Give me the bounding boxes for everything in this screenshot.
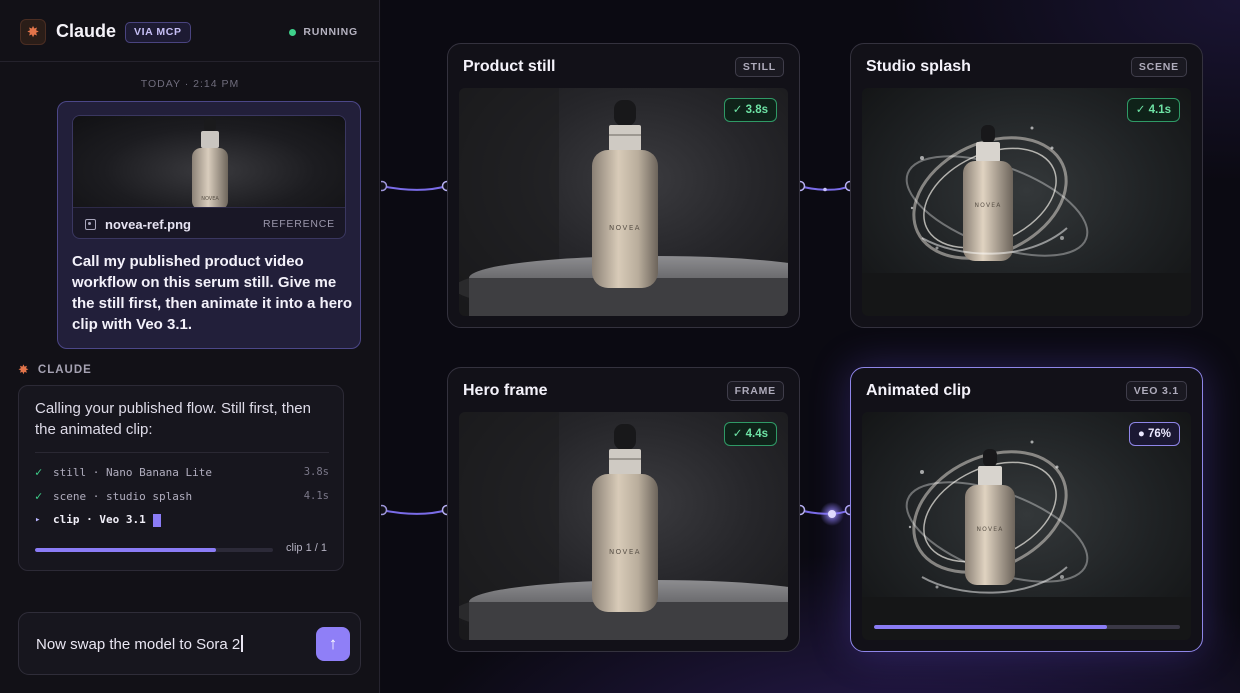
send-button[interactable]: ↑	[316, 627, 350, 661]
via-mcp-badge: VIA MCP	[125, 22, 191, 43]
assistant-name: CLAUDE	[37, 364, 92, 376]
edge-in-top	[381, 185, 448, 191]
assistant-label: ✸ CLAUDE	[18, 362, 92, 378]
node-title: Studio splash	[866, 58, 971, 75]
node-animated-clip[interactable]: Animated clip VEO 3.1 NOVEA ● 76%	[850, 367, 1203, 652]
node-type-tag: STILL	[734, 57, 784, 77]
chat-sidebar: ✸ Claude VIA MCP RUNNING TODAY · 2:14 PM	[0, 0, 380, 693]
node-preview-image: NOVEA ✓ 4.4s	[459, 412, 788, 640]
reference-tag: REFERENCE	[263, 218, 335, 230]
message-timestamp: TODAY · 2:14 PM	[140, 78, 240, 90]
clip-counter: clip 1 / 1	[286, 542, 327, 554]
check-icon: ✓	[35, 465, 43, 479]
check-icon: ✓	[35, 489, 43, 503]
node-type-tag: SCENE	[1130, 57, 1187, 77]
message-composer[interactable]: Now swap the model to Sora 2 ↑	[18, 612, 361, 675]
step-label: clip · Veo 3.1	[53, 513, 161, 527]
reply-progress-bar	[35, 548, 273, 552]
reference-attachment[interactable]: NOVEA novea-ref.png REFERENCE	[72, 115, 346, 239]
port-icon[interactable]	[381, 180, 388, 192]
sidebar-header: ✸ Claude VIA MCP RUNNING	[0, 0, 380, 62]
node-hero-frame[interactable]: Hero frame FRAME NOVEA ✓ 4.4s	[447, 367, 800, 652]
node-product-still[interactable]: Product still STILL NOVEA ✓ 3.8s	[447, 43, 800, 328]
step-time: 4.1s	[303, 490, 329, 502]
user-message: NOVEA novea-ref.png REFERENCE Call my pu…	[57, 101, 361, 349]
play-caret-icon: ▸	[35, 515, 41, 525]
step-row-clip: ▸ clip · Veo 3.1	[35, 511, 329, 529]
duration-badge: ✓ 4.1s	[1126, 98, 1180, 122]
user-message-text: Call my published product video workflow…	[72, 253, 353, 333]
pedestal-bottle-image: NOVEA	[459, 88, 788, 316]
arrow-up-icon: ↑	[328, 634, 338, 653]
clip-progress-fill	[874, 625, 1107, 629]
bottle-label: NOVEA	[976, 526, 1003, 533]
node-title: Animated clip	[866, 382, 971, 399]
claude-logo-icon: ✸	[20, 19, 46, 45]
node-studio-splash[interactable]: Studio splash SCENE NOVEA ✓ 4.1s	[850, 43, 1203, 328]
node-type-tag: VEO 3.1	[1125, 381, 1187, 401]
port-icon[interactable]	[381, 504, 388, 516]
splash-bottle-image: NOVEA	[862, 125, 1191, 316]
duration-badge: ✓ 4.4s	[723, 422, 777, 446]
node-preview-image: NOVEA ● 76%	[862, 412, 1191, 640]
reply-progress-fill	[35, 548, 216, 552]
clip-progress-bar	[874, 625, 1180, 629]
bottle-label: NOVEA	[201, 196, 219, 202]
node-title: Product still	[463, 58, 556, 75]
node-preview-image: NOVEA ✓ 3.8s	[459, 88, 788, 316]
claude-star-icon: ✸	[18, 362, 30, 377]
step-row-still: ✓ still · Nano Banana Lite 3.8s	[35, 463, 329, 481]
edge-in-bottom	[381, 509, 448, 515]
status-indicator: RUNNING	[289, 26, 358, 38]
progress-badge: ● 76%	[1128, 422, 1180, 446]
workflow-canvas: Product still STILL NOVEA ✓ 3.8s Studio …	[381, 0, 1240, 693]
app-title: Claude	[56, 21, 117, 41]
edge-dot	[823, 187, 827, 192]
divider	[35, 452, 329, 453]
assistant-reply-text: Calling your published flow. Still first…	[35, 400, 311, 438]
serum-bottle-image: NOVEA	[192, 118, 228, 207]
step-label-text: clip · Veo 3.1	[53, 513, 146, 527]
step-row-scene: ✓ scene · studio splash 4.1s	[35, 487, 329, 505]
status-dot-icon	[289, 28, 297, 36]
typing-cursor	[152, 513, 161, 527]
bottle-label: NOVEA	[974, 202, 1001, 209]
reference-thumbnail: NOVEA	[73, 116, 345, 207]
node-preview-image: NOVEA ✓ 4.1s	[862, 88, 1191, 316]
node-title: Hero frame	[463, 382, 548, 399]
edge-pulse-dot	[828, 510, 836, 518]
bottle-label: NOVEA	[609, 224, 641, 232]
attachment-file-name: novea-ref.png	[105, 216, 191, 232]
step-label: scene · studio splash	[53, 489, 193, 503]
splash-bottle-image: NOVEA	[862, 440, 1191, 640]
reference-footer: novea-ref.png REFERENCE	[73, 207, 345, 238]
status-text: RUNNING	[303, 26, 358, 38]
step-time: 3.8s	[303, 466, 329, 478]
assistant-reply: Calling your published flow. Still first…	[18, 385, 344, 571]
text-caret	[241, 635, 243, 652]
bottle-label: NOVEA	[609, 548, 641, 556]
pedestal-bottle-image: NOVEA	[459, 412, 788, 640]
image-file-icon	[85, 218, 96, 230]
duration-badge: ✓ 3.8s	[723, 98, 777, 122]
composer-value: Now swap the model to Sora 2	[36, 636, 241, 653]
step-label: still · Nano Banana Lite	[53, 465, 212, 479]
node-type-tag: FRAME	[726, 381, 784, 401]
composer-input[interactable]: Now swap the model to Sora 2	[36, 635, 243, 653]
